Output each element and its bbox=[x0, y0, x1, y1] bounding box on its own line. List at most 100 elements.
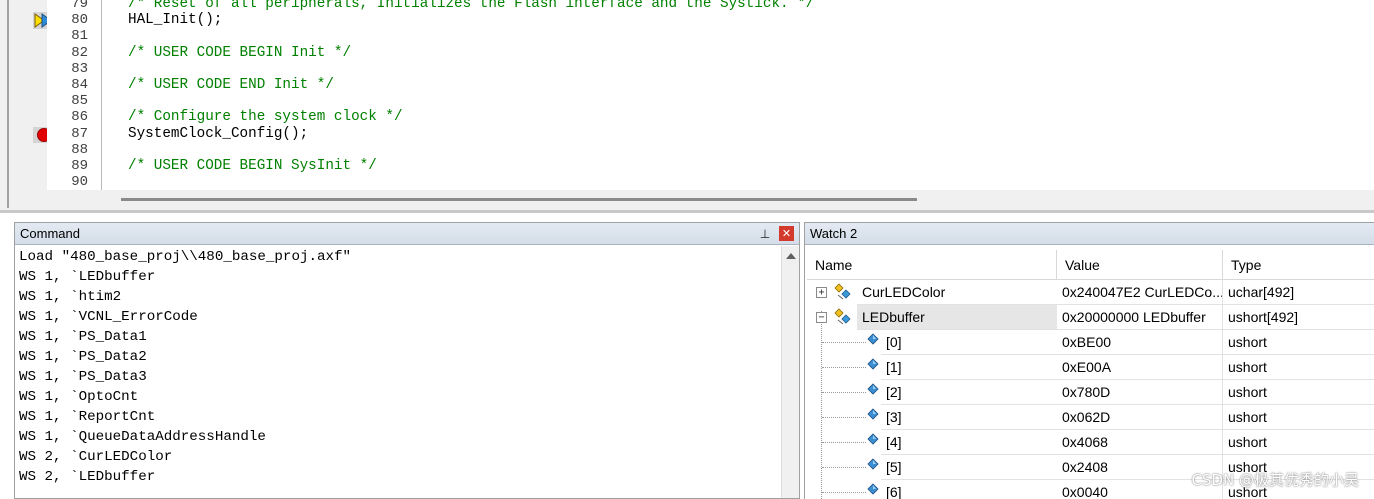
watch-row[interactable]: [1] 0xE00A ushort bbox=[805, 355, 1374, 380]
tree-branch bbox=[822, 367, 866, 368]
line-number: 80 bbox=[47, 12, 101, 28]
code-line[interactable]: /* USER CODE END Init */ bbox=[102, 77, 1374, 93]
command-line: WS 1, `PS_Data1 bbox=[19, 329, 147, 345]
line-number-text: 84 bbox=[71, 77, 88, 93]
horizontal-scroll-thumb[interactable] bbox=[121, 198, 917, 201]
watch-type: ushort bbox=[1223, 355, 1374, 380]
line-number-text: 80 bbox=[71, 12, 88, 29]
watch-value[interactable]: 0x4068 bbox=[1057, 430, 1223, 455]
watch-name[interactable]: [2] bbox=[881, 380, 1057, 405]
vertical-scrollbar[interactable] bbox=[781, 246, 799, 498]
watch-value[interactable]: 0xBE00 bbox=[1057, 330, 1223, 355]
code-line[interactable] bbox=[102, 28, 1374, 44]
watch-name[interactable]: [1] bbox=[881, 355, 1057, 380]
watch-row[interactable]: [0] 0xBE00 ushort bbox=[805, 330, 1374, 355]
line-number: 81 bbox=[47, 28, 101, 44]
code-line[interactable]: HAL_Init(); bbox=[102, 12, 1374, 28]
code-line[interactable]: SystemClock_Config(); bbox=[102, 126, 1374, 142]
line-number-text: 85 bbox=[71, 93, 88, 110]
watch-row[interactable]: − LEDbuffer 0x20000000 LEDbuffer ushort[492… bbox=[805, 305, 1374, 330]
code-line[interactable]: /* USER CODE BEGIN Init */ bbox=[102, 45, 1374, 61]
line-number: 85 bbox=[47, 93, 101, 109]
line-number: 82 bbox=[47, 45, 101, 61]
watch-name[interactable]: CurLEDColor bbox=[857, 280, 1057, 305]
command-panel: Command ⊥ ✕ Load "480_base_proj\\480_bas… bbox=[14, 222, 800, 499]
line-number-text: 79 bbox=[71, 0, 88, 12]
watch-name[interactable]: [6] bbox=[881, 480, 1057, 499]
command-line: Load "480_base_proj\\480_base_proj.axf" bbox=[19, 249, 352, 265]
code-editor[interactable]: 79 80 81 82 83 84 85 86 87 88 89 90 /* Reset of all… bbox=[0, 0, 1374, 213]
command-output[interactable]: Load "480_base_proj\\480_base_proj.axf" W… bbox=[15, 246, 781, 498]
collapse-icon[interactable]: − bbox=[816, 312, 827, 323]
column-header-name[interactable]: Name bbox=[807, 250, 1057, 280]
command-title: Command bbox=[20, 226, 80, 241]
command-line: WS 1, `OptoCnt bbox=[19, 389, 139, 405]
horizontal-scrollbar[interactable] bbox=[11, 190, 1374, 208]
code-area[interactable]: /* Reset of all peripherals, Initializes… bbox=[101, 0, 1374, 190]
command-line: WS 1, `LEDbuffer bbox=[19, 269, 156, 285]
tree-branch bbox=[822, 417, 866, 418]
line-number-text: 82 bbox=[71, 44, 88, 61]
line-numbers: 79 80 81 82 83 84 85 86 87 88 89 90 bbox=[47, 0, 101, 190]
watch-type: ushort bbox=[1223, 430, 1374, 455]
watch-name[interactable]: [5] bbox=[881, 455, 1057, 480]
code-line[interactable] bbox=[102, 61, 1374, 77]
tree-branch bbox=[822, 442, 866, 443]
editor-left-edge bbox=[0, 0, 9, 208]
code-line[interactable]: /* USER CODE BEGIN SysInit */ bbox=[102, 158, 1374, 174]
line-number-text: 89 bbox=[71, 158, 88, 174]
watch-panel: Watch 2 Name Value Type + CurLEDColor 0x24… bbox=[804, 222, 1374, 499]
watch-name[interactable]: [4] bbox=[881, 430, 1057, 455]
watch-value[interactable]: 0xE00A bbox=[1057, 355, 1223, 380]
watch-name[interactable]: [3] bbox=[881, 405, 1057, 430]
watermark: CSDN @极其优秀的小吴 bbox=[1191, 471, 1359, 489]
column-header-value[interactable]: Value bbox=[1057, 250, 1223, 280]
command-line: WS 2, `CurLEDColor bbox=[19, 449, 173, 465]
line-number: 86 bbox=[47, 109, 101, 125]
tree-branch bbox=[822, 492, 866, 493]
command-line: WS 1, `htim2 bbox=[19, 289, 122, 305]
expand-icon[interactable]: + bbox=[816, 287, 827, 298]
watch-value[interactable]: 0x20000000 LEDbuffer bbox=[1057, 305, 1223, 330]
array-element-icon bbox=[867, 483, 879, 495]
watch-row[interactable]: [4] 0x4068 ushort bbox=[805, 430, 1374, 455]
array-element-icon bbox=[867, 408, 879, 420]
command-line: WS 1, `QueueDataAddressHandle bbox=[19, 429, 266, 445]
array-element-icon bbox=[867, 383, 879, 395]
pin-icon[interactable]: ⊥ bbox=[758, 226, 772, 242]
watch-name[interactable]: [0] bbox=[881, 330, 1057, 355]
code-line-text: HAL_Init(); bbox=[128, 12, 223, 29]
line-number: 88 bbox=[47, 142, 101, 158]
breakpoint-gutter[interactable] bbox=[11, 0, 57, 190]
array-element-icon bbox=[867, 358, 879, 370]
line-number: 90 bbox=[47, 174, 101, 190]
watch-value[interactable]: 0x062D bbox=[1057, 405, 1223, 430]
column-header-type[interactable]: Type bbox=[1223, 250, 1374, 280]
code-line-text: SystemClock_Config(); bbox=[128, 125, 309, 142]
watch-value[interactable]: 0x780D bbox=[1057, 380, 1223, 405]
code-line[interactable] bbox=[102, 93, 1374, 109]
watch-value[interactable]: 0x240047E2 CurLEDCo... bbox=[1057, 280, 1223, 305]
watch-title-bar: Watch 2 bbox=[805, 223, 1374, 245]
scroll-up-arrow-icon[interactable] bbox=[786, 253, 796, 259]
code-line[interactable] bbox=[102, 142, 1374, 158]
watch-row[interactable]: [3] 0x062D ushort bbox=[805, 405, 1374, 430]
command-line: WS 1, `PS_Data2 bbox=[19, 349, 147, 365]
code-line[interactable] bbox=[102, 174, 1374, 190]
variable-icon bbox=[834, 308, 851, 325]
editor-splitter[interactable] bbox=[0, 210, 1374, 213]
variable-icon bbox=[834, 283, 851, 300]
array-element-icon bbox=[867, 458, 879, 470]
code-line-text: /* Configure the system clock */ bbox=[128, 109, 403, 126]
watch-row[interactable]: + CurLEDColor 0x240047E2 CurLEDCo... uchar[… bbox=[805, 280, 1374, 305]
code-line-text: /* Reset of all peripherals, Initializes… bbox=[128, 0, 815, 12]
command-line: WS 1, `PS_Data3 bbox=[19, 369, 147, 385]
line-number-text: 88 bbox=[71, 141, 88, 158]
watch-row[interactable]: [2] 0x780D ushort bbox=[805, 380, 1374, 405]
close-icon[interactable]: ✕ bbox=[779, 226, 794, 241]
code-line[interactable]: /* Configure the system clock */ bbox=[102, 109, 1374, 125]
watch-name[interactable]: LEDbuffer bbox=[857, 305, 1057, 330]
tree-branch bbox=[822, 392, 866, 393]
code-line[interactable]: /* Reset of all peripherals, Initializes… bbox=[102, 0, 1374, 12]
watch-type: uchar[492] bbox=[1223, 280, 1374, 305]
